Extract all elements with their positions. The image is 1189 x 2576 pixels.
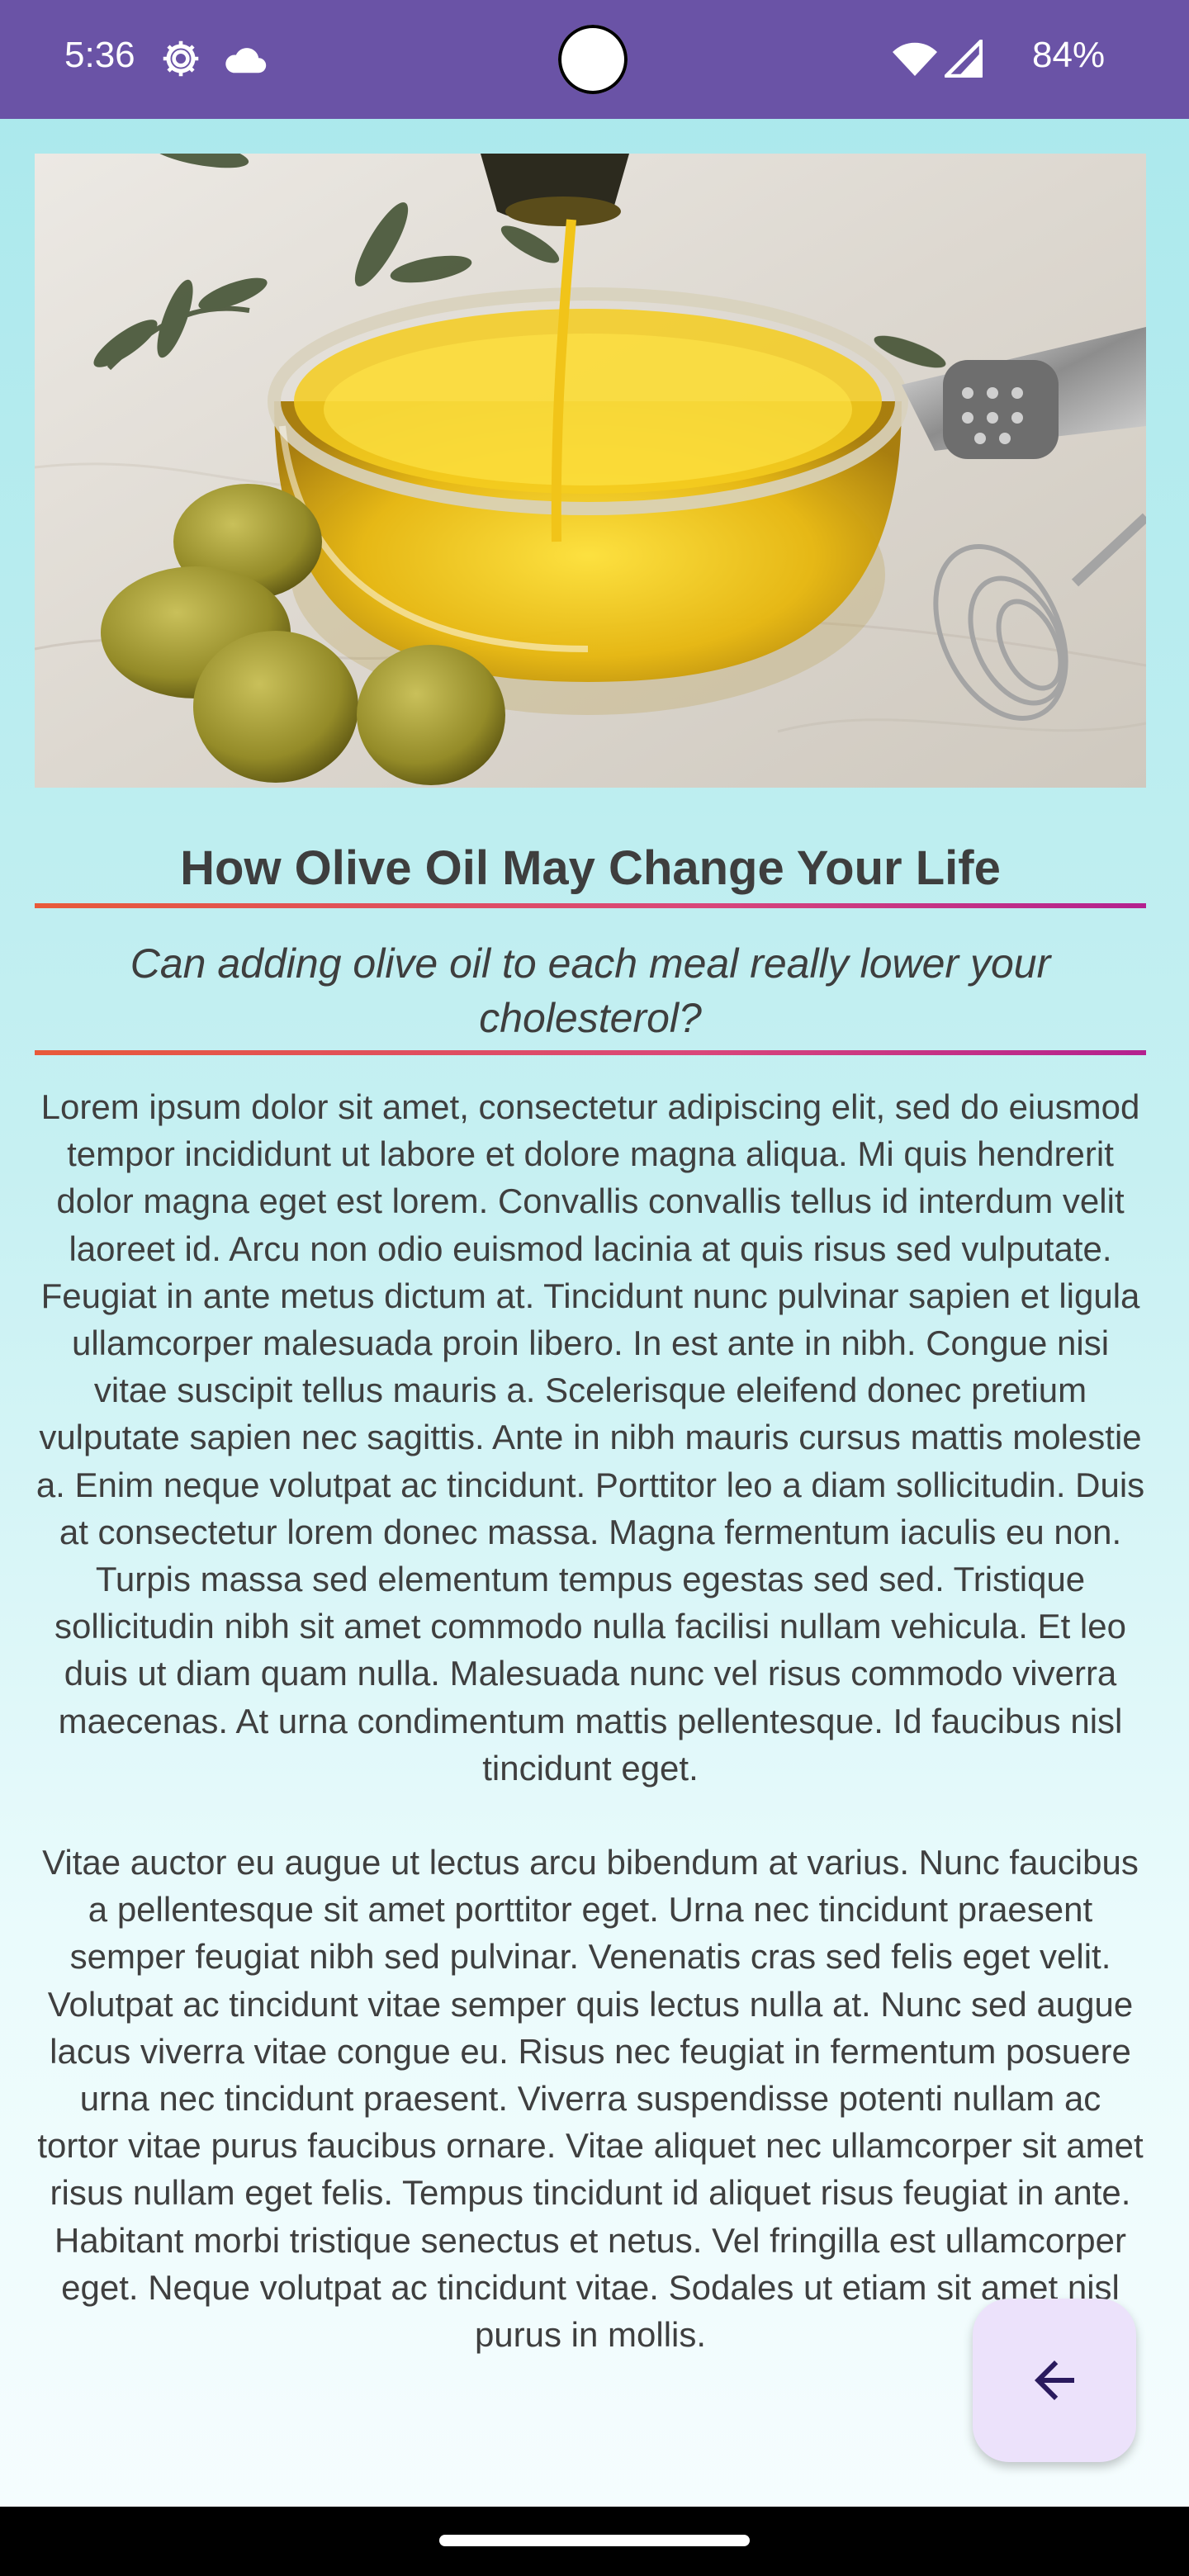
article-body: Lorem ipsum dolor sit amet, consectetur … bbox=[35, 1083, 1146, 2405]
home-gesture-handle[interactable] bbox=[439, 2535, 750, 2546]
battery-level: 84% bbox=[1032, 35, 1106, 75]
article-title: How Olive Oil May Change Your Life bbox=[180, 841, 1001, 895]
status-time: 5:36 bbox=[64, 35, 135, 75]
navigation-bar bbox=[0, 2507, 1189, 2576]
subtitle-divider bbox=[35, 1050, 1146, 1055]
olive-oil-bowl-photo bbox=[35, 154, 1146, 788]
title-divider bbox=[35, 903, 1146, 908]
hero-image bbox=[35, 154, 1146, 788]
article-paragraph: Lorem ipsum dolor sit amet, consectetur … bbox=[36, 1087, 1145, 1788]
status-bar: 5:36 84% bbox=[0, 0, 1189, 119]
gear-icon bbox=[163, 40, 199, 77]
cloud-icon bbox=[225, 48, 267, 73]
arrow-back-icon bbox=[1035, 2361, 1074, 2400]
article-subtitle: Can adding olive oil to each meal really… bbox=[130, 940, 1051, 1041]
back-button[interactable] bbox=[973, 2299, 1136, 2462]
article-paragraph: Vitae auctor eu augue ut lectus arcu bib… bbox=[37, 1843, 1144, 2355]
front-camera bbox=[558, 25, 628, 94]
wifi-icon bbox=[893, 42, 937, 76]
signal-icon bbox=[945, 40, 983, 78]
